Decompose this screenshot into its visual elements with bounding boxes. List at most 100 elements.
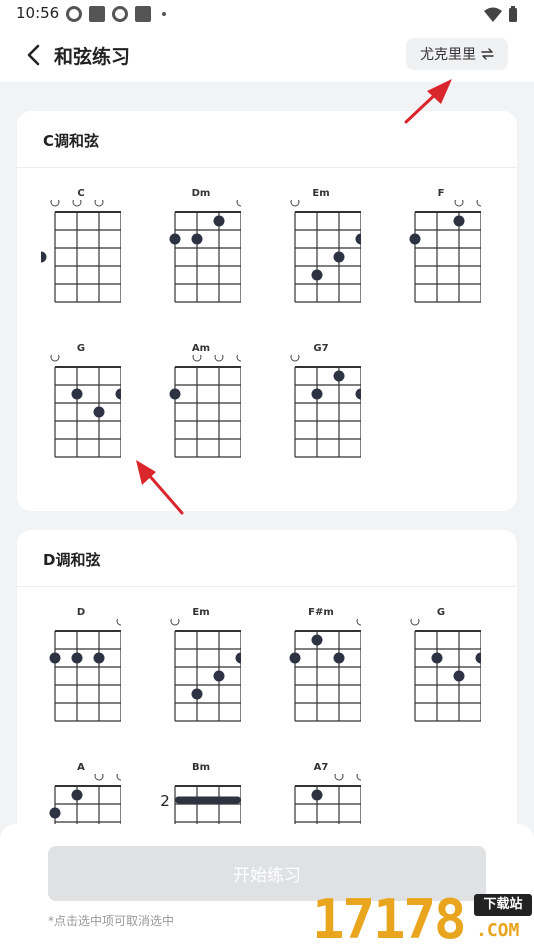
finger-dot — [71, 789, 83, 801]
open-string-marker — [214, 355, 224, 362]
open-string-marker — [170, 619, 180, 626]
open-string-marker — [236, 355, 241, 362]
notification-app-icon — [135, 6, 151, 22]
chord-grid — [409, 200, 481, 303]
chord-grid — [290, 200, 361, 303]
watermark-domain: .COM — [476, 920, 520, 941]
finger-dot — [453, 215, 465, 227]
system-icons — [484, 6, 518, 23]
chord-name: F#m — [308, 607, 334, 618]
chord-grid — [169, 200, 241, 303]
open-string-marker — [334, 774, 344, 781]
chord-grid — [169, 355, 241, 458]
chord-name: D — [76, 607, 86, 618]
open-string-marker — [116, 774, 121, 781]
section-header: C调和弦 — [17, 111, 517, 168]
chord-name: Bm — [191, 762, 211, 773]
finger-dot — [475, 652, 481, 664]
hint-text: *点击选中项可取消选中 — [48, 914, 175, 928]
notification-app-icon — [66, 6, 82, 22]
open-string-marker — [72, 200, 82, 207]
chord-diagram-f[interactable]: F — [401, 188, 481, 326]
chord-grid — [170, 619, 241, 722]
open-string-marker — [454, 200, 464, 207]
chord-section-card: C调和弦 C Dm Em F G Am G7 — [17, 111, 517, 511]
chord-grid — [289, 619, 361, 722]
finger-dot — [93, 652, 105, 664]
chord-grid — [49, 619, 121, 722]
chord-diagram-d[interactable]: D — [41, 607, 121, 745]
finger-dot — [71, 652, 83, 664]
notification-app-icon — [89, 6, 105, 22]
finger-dot — [191, 233, 203, 245]
open-string-marker — [356, 774, 361, 781]
instrument-label: 尤克里里 — [420, 47, 476, 63]
finger-dot — [115, 388, 121, 400]
finger-dot — [71, 388, 83, 400]
open-string-marker — [476, 200, 481, 207]
finger-dot — [93, 406, 105, 418]
finger-dot — [453, 670, 465, 682]
chord-diagram-g[interactable]: G — [401, 607, 481, 745]
finger-dot — [311, 634, 323, 646]
section-header: D调和弦 — [17, 530, 517, 587]
site-watermark-logo: 17178 下载站 .COM — [310, 890, 534, 950]
finger-dot — [409, 233, 421, 245]
more-notifications-icon — [162, 12, 166, 16]
chord-diagram-em[interactable]: Em — [161, 607, 241, 745]
finger-dot — [355, 388, 361, 400]
chord-name: A7 — [313, 762, 329, 773]
finger-dot — [333, 652, 345, 664]
finger-dot — [191, 688, 203, 700]
finger-dot — [169, 388, 181, 400]
watermark-digits: 17178 — [312, 888, 467, 950]
chord-diagram-g7[interactable]: G7 — [281, 343, 361, 481]
chord-name: Em — [312, 188, 330, 199]
chord-grid — [41, 200, 121, 303]
finger-dot — [213, 215, 225, 227]
finger-dot — [311, 388, 323, 400]
chord-name: C — [77, 188, 85, 199]
chord-diagram-am[interactable]: Am — [161, 343, 241, 481]
barre-fret-number: 2 — [161, 792, 170, 810]
open-string-marker — [94, 200, 104, 207]
section-title: D调和弦 — [43, 551, 101, 569]
chord-diagram-em[interactable]: Em — [281, 188, 361, 326]
finger-dot — [431, 652, 443, 664]
chord-name: G — [436, 607, 446, 618]
chord-name: A — [77, 762, 85, 773]
status-time: 10:56 — [16, 4, 60, 22]
chord-diagram-c[interactable]: C — [41, 188, 121, 326]
chord-diagram-dm[interactable]: Dm — [161, 188, 241, 326]
finger-dot — [333, 251, 345, 263]
chord-diagram-g[interactable]: G — [41, 343, 121, 481]
status-bar: 10:56 — [0, 0, 534, 28]
finger-dot — [235, 652, 241, 664]
nav-bar: 和弦练习 尤克里里 — [0, 28, 534, 82]
chord-name: Am — [191, 343, 211, 354]
chevron-left-icon — [27, 44, 40, 66]
page-title: 和弦练习 — [54, 46, 131, 68]
open-string-marker — [116, 619, 121, 626]
back-button[interactable] — [20, 42, 46, 68]
wifi-icon — [484, 7, 502, 22]
chord-name: F — [437, 188, 445, 199]
open-string-marker — [50, 200, 60, 207]
finger-dot — [41, 251, 47, 263]
finger-dot — [311, 269, 323, 281]
section-title: C调和弦 — [43, 132, 100, 150]
finger-dot — [311, 789, 323, 801]
finger-dot — [49, 652, 61, 664]
instrument-switch-button[interactable]: 尤克里里 — [406, 38, 508, 70]
finger-dot — [49, 807, 61, 819]
swap-icon — [481, 48, 494, 60]
chord-name: Dm — [191, 188, 211, 199]
chord-name: Em — [192, 607, 210, 618]
open-string-marker — [50, 355, 60, 362]
open-string-marker — [192, 355, 202, 362]
chord-name: G7 — [313, 343, 329, 354]
chord-diagram-fsharpm[interactable]: F#m — [281, 607, 361, 745]
chord-grid — [50, 355, 121, 458]
finger-dot — [213, 670, 225, 682]
chord-name: G — [76, 343, 86, 354]
